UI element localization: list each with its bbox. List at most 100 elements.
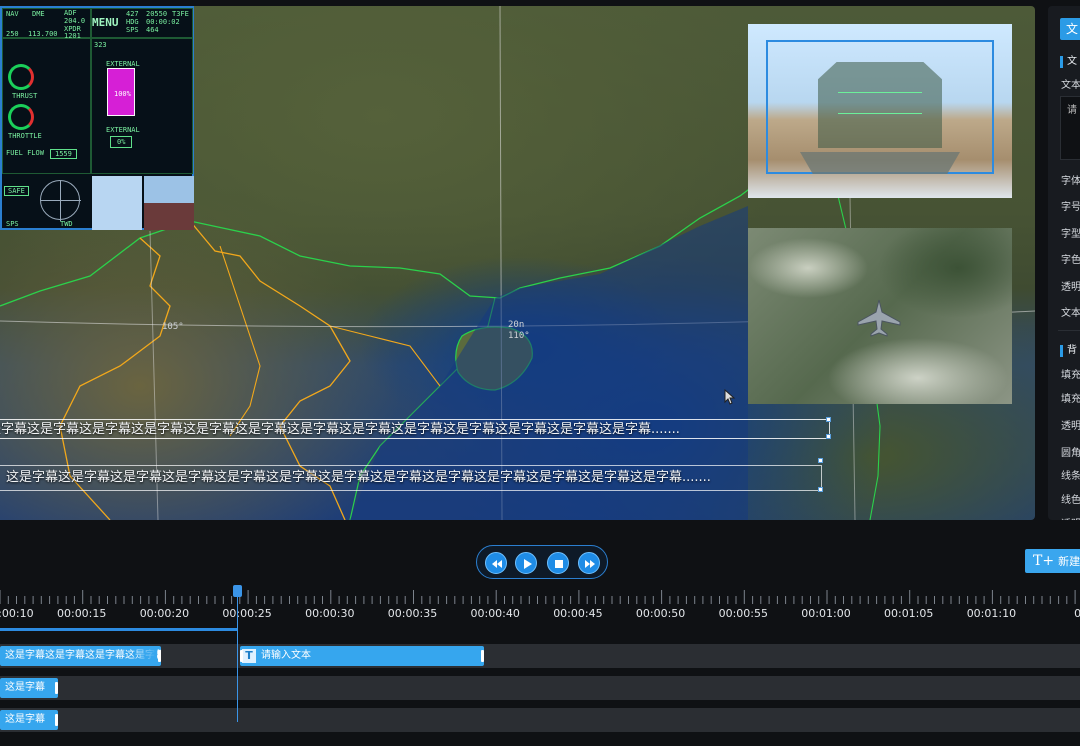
hud-glass xyxy=(818,62,942,148)
border-color-label: 线色 xyxy=(1061,495,1080,506)
fast-forward-icon xyxy=(585,560,595,568)
rewind-icon xyxy=(492,560,502,568)
tick-label: 00:00:30 xyxy=(305,607,355,620)
hud-line-0: NAV xyxy=(6,10,19,18)
subtitle-line-2[interactable]: 这是字幕这是字幕这是字幕这是字幕这是字幕这是字幕这是字幕这是字幕这是字幕这是字幕… xyxy=(0,465,822,491)
play-button[interactable] xyxy=(515,552,537,574)
tick-label: 00:00:50 xyxy=(635,607,686,620)
clip-resize-handle-right[interactable] xyxy=(481,650,484,662)
font-color-label: 字色 xyxy=(1061,255,1080,266)
grid-label-lon: 105° xyxy=(162,322,184,332)
hud-menu-button[interactable]: MENU xyxy=(92,16,119,29)
font-size-label: 字号 xyxy=(1061,202,1080,213)
hud-line-10: HDG xyxy=(126,18,139,26)
hud-line-7: 113.700 xyxy=(28,30,58,38)
tick-label: 00:00:15 xyxy=(56,607,107,620)
corner-radius-label: 圆角 xyxy=(1061,448,1080,459)
grid-label-lon2: 110° xyxy=(508,331,530,341)
subtitle-clip[interactable]: 这是字幕 xyxy=(0,678,58,698)
chase-camera-window[interactable] xyxy=(748,228,1012,404)
subtitle-clip[interactable]: 这是字幕 xyxy=(0,710,58,730)
timeline-track-2[interactable]: 这是字幕 xyxy=(0,676,1080,700)
new-text-label: 新建文本 xyxy=(1058,555,1080,568)
hud-line-2: ADF xyxy=(64,9,77,17)
external-tank-value: 100% xyxy=(114,90,131,98)
stop-button[interactable] xyxy=(547,552,569,574)
hud-line-5: 1201 xyxy=(64,32,81,40)
hud-cell-fuel xyxy=(90,38,193,174)
video-frame xyxy=(766,40,994,174)
timeline-track-3[interactable]: 这是字幕 xyxy=(0,708,1080,732)
fill-label-2: 填充 xyxy=(1061,394,1080,405)
property-panel: 文 文 文本 请 字体 字号 字型 字色 透明 文本 背 填充 填充 透明 圆角… xyxy=(1048,6,1080,520)
new-text-button[interactable]: T+新建文本 xyxy=(1025,549,1080,573)
subtitle-clip[interactable]: 这是字幕这是字幕这是字幕这是字幕 xyxy=(0,646,161,666)
playhead-line xyxy=(237,592,238,722)
hud-line-13: 464 xyxy=(146,26,159,34)
clip-resize-handle[interactable] xyxy=(158,650,161,662)
subtitle-1-handle-bottom[interactable] xyxy=(826,434,831,439)
jet-icon xyxy=(857,299,901,337)
clip-resize-handle-left[interactable] xyxy=(240,650,243,662)
section-background-title: 背 xyxy=(1060,345,1077,357)
ruler-ticks xyxy=(0,590,1076,604)
text-extra-label: 文本 xyxy=(1061,308,1080,319)
bg-opacity-label: 透明 xyxy=(1061,421,1080,432)
border-opacity-label: 透明 xyxy=(1061,515,1080,520)
rewind-button[interactable] xyxy=(485,552,507,574)
tick-label: 00:01:05 xyxy=(883,607,934,620)
radar-scope xyxy=(40,180,81,221)
thrust-gauge xyxy=(8,64,34,90)
fuel-flow-value: 1559 xyxy=(50,149,77,159)
tab-text[interactable]: 文 xyxy=(1060,18,1080,40)
sps-label: SPS xyxy=(6,220,19,228)
clip-resize-handle[interactable] xyxy=(55,682,58,694)
hud-line-6: 250 xyxy=(6,30,19,38)
twd-label: TWD xyxy=(60,220,73,228)
subtitle-2-handle-bottom[interactable] xyxy=(818,487,823,492)
timeline-track-1[interactable]: 这是字幕这是字幕这是字幕这是字幕 T 请输入文本 xyxy=(0,644,1080,668)
throttle-gauge xyxy=(8,104,34,130)
subtitle-line-1[interactable]: 是字幕这是字幕这是字幕这是字幕这是字幕这是字幕这是字幕这是字幕这是字幕这是字幕这… xyxy=(0,419,830,439)
font-family-label: 字体 xyxy=(1061,176,1080,187)
subtitle-2-handle-top[interactable] xyxy=(818,458,823,463)
playback-progress xyxy=(0,628,237,631)
clip-label: 这是字幕 xyxy=(5,682,45,693)
hud-line-8: 427 xyxy=(126,10,139,18)
hud-line-14: T3FE xyxy=(172,10,189,18)
text-clip[interactable]: T 请输入文本 xyxy=(240,646,484,666)
text-add-icon: T+ xyxy=(1033,553,1055,569)
hud-line-15: 323 xyxy=(94,41,107,49)
opacity-label: 透明 xyxy=(1061,282,1080,293)
text-content-input[interactable]: 请 xyxy=(1060,96,1080,160)
cockpit-hud-panel[interactable]: NAV DME ADF 204.0 XPDR 1201 250 113.700 … xyxy=(0,6,194,230)
tick-label: 00:00:10 xyxy=(0,607,34,620)
play-icon xyxy=(524,559,532,569)
grid-label-lat: 20n xyxy=(508,320,525,330)
timeline-ruler[interactable]: 00:00:10 00:00:15 00:00:20 00:00:25 00:00:30… xyxy=(0,586,1080,626)
clip-label: 这是字幕 xyxy=(5,714,45,725)
tick-label: 00:00:40 xyxy=(470,607,520,620)
clip-label: 请输入文本 xyxy=(261,650,311,661)
safe-indicator: SAFE xyxy=(4,186,29,196)
subtitle-1-handle-top[interactable] xyxy=(826,417,831,422)
stop-icon xyxy=(555,560,563,568)
clip-resize-handle[interactable] xyxy=(55,714,58,726)
throttle-label: THROTTLE xyxy=(8,132,42,140)
cockpit-base xyxy=(800,152,960,174)
mouse-cursor-icon xyxy=(724,389,736,405)
hud-line-9: 20550 xyxy=(146,10,168,18)
playhead-handle[interactable] xyxy=(233,585,242,597)
thrust-label: THRUST xyxy=(12,92,38,100)
tick-label: 00:01:15 xyxy=(1074,607,1080,620)
fuel-flow-label: FUEL FLOW xyxy=(6,149,44,157)
tick-label: 00:01:10 xyxy=(966,607,1017,620)
hud-line-3: 204.0 xyxy=(64,17,86,25)
sky-view xyxy=(92,176,142,230)
section-text-title: 文 xyxy=(1060,56,1077,68)
hud-line-12: SPS xyxy=(126,26,139,34)
map-preview[interactable]: 105° 20n 110° NAV DME ADF 204.0 XPDR 120… xyxy=(0,6,1035,520)
text-label: 文本 xyxy=(1061,80,1080,91)
fast-forward-button[interactable] xyxy=(578,552,600,574)
cockpit-video-window[interactable] xyxy=(748,24,1012,198)
